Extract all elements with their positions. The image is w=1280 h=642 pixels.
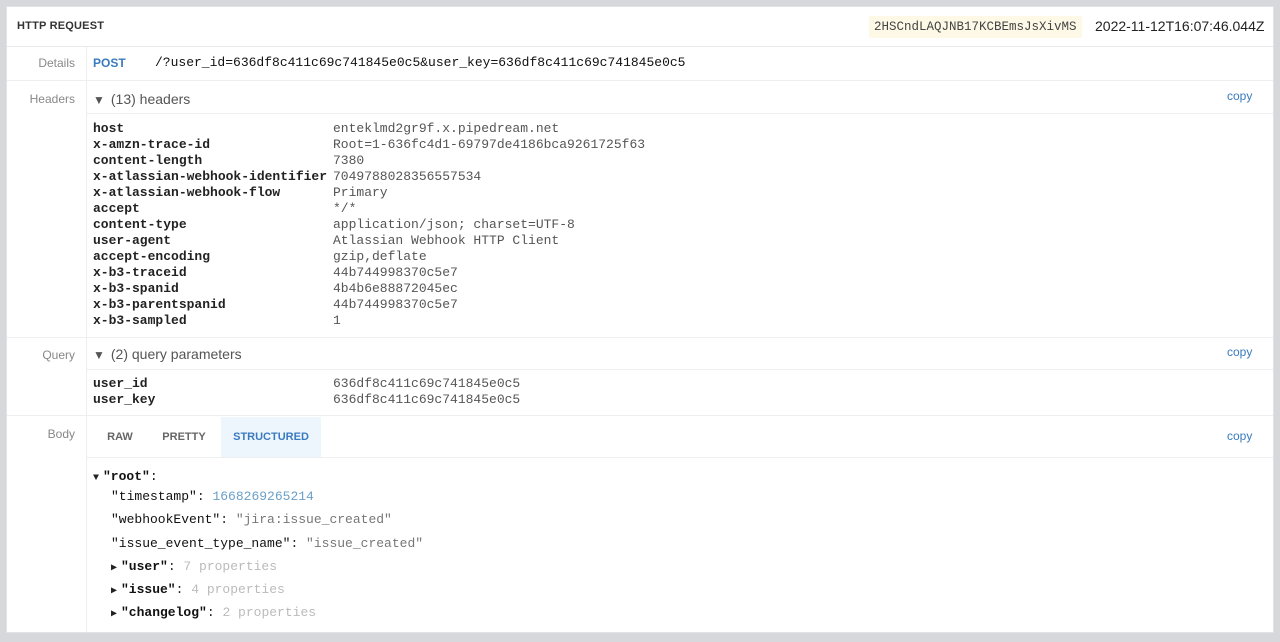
divider [86, 113, 1273, 114]
tree-node-root[interactable]: ▼ "root": [93, 469, 158, 484]
header-value: 4b4b6e88872045ec [333, 281, 458, 296]
header-value: */* [333, 201, 357, 216]
copy-headers-button[interactable]: copy [1227, 89, 1252, 103]
tree-colon: : [290, 536, 307, 551]
panel-header: HTTP REQUEST 2HSCndLAQJNB17KCBEmsJsXivMS… [7, 7, 1273, 47]
divider [7, 337, 1273, 338]
header-key: host [93, 121, 125, 136]
header-key: accept [93, 201, 140, 216]
header-value: application/json; charset=UTF-8 [333, 217, 575, 232]
tree-key: "changelog" [121, 605, 207, 620]
tree-key: "timestamp" [111, 489, 197, 504]
header-value: Primary [333, 185, 388, 200]
collapsed-triangle-icon: ▶ [111, 586, 118, 597]
http-request-panel: HTTP REQUEST 2HSCndLAQJNB17KCBEmsJsXivMS… [6, 6, 1274, 633]
header-value: 44b744998370c5e7 [333, 265, 458, 280]
header-value: Root=1-636fc4d1-69797de4186bca9261725f63 [333, 137, 646, 152]
expanded-triangle-icon: ▼ [93, 348, 105, 362]
header-value: Atlassian Webhook HTTP Client [333, 233, 560, 248]
query-toggle[interactable]: ▼ (2) query parameters [93, 346, 242, 362]
query-value: 636df8c411c69c741845e0c5 [333, 392, 521, 407]
tree-colon: : [175, 582, 192, 597]
body-label: Body [47, 427, 75, 441]
request-path: /?user_id=636df8c411c69c741845e0c5&user_… [155, 55, 686, 70]
query-value: 636df8c411c69c741845e0c5 [333, 376, 521, 391]
collapsed-triangle-icon: ▶ [111, 609, 118, 620]
expanded-triangle-icon: ▼ [93, 473, 100, 484]
header-key: user-agent [93, 233, 172, 248]
query-key: user_key [93, 392, 156, 407]
divider [86, 369, 1273, 370]
tree-node-user[interactable]: ▶ "user": 7 properties [111, 559, 277, 574]
request-id[interactable]: 2HSCndLAQJNB17KCBEmsJsXivMS [869, 16, 1082, 38]
header-key: x-b3-spanid [93, 281, 179, 296]
divider [7, 415, 1273, 416]
header-key: x-b3-sampled [93, 313, 187, 328]
headers-summary: (13) headers [110, 91, 191, 107]
tab-raw[interactable]: RAW [93, 417, 147, 457]
divider [7, 80, 1273, 81]
tree-colon: : [196, 489, 213, 504]
headers-label: Headers [29, 92, 75, 106]
copy-body-button[interactable]: copy [1227, 429, 1252, 443]
tree-value: "jira:issue_created" [235, 512, 392, 527]
divider [86, 457, 1273, 458]
collapsed-triangle-icon: ▶ [111, 563, 118, 574]
header-key: x-amzn-trace-id [93, 137, 211, 152]
request-timestamp: 2022-11-12T16:07:46.044Z [1095, 18, 1265, 34]
panel-title: HTTP REQUEST [17, 20, 105, 32]
tree-node-changelog[interactable]: ▶ "changelog": 2 properties [111, 605, 316, 620]
header-value: 7380 [333, 153, 365, 168]
query-summary: (2) query parameters [110, 346, 242, 362]
query-key: user_id [93, 376, 148, 391]
tree-key: "root" [103, 469, 150, 484]
tab-pretty[interactable]: PRETTY [147, 417, 221, 457]
header-key: content-length [93, 153, 203, 168]
header-key: accept-encoding [93, 249, 211, 264]
tree-value: 1668269265214 [212, 489, 314, 504]
tree-node-issue[interactable]: ▶ "issue": 4 properties [111, 582, 285, 597]
header-value: 7049788028356557534 [333, 169, 482, 184]
tree-node-webhookEvent: "webhookEvent": "jira:issue_created" [111, 512, 392, 527]
tree-colon: : [220, 512, 236, 527]
header-key: x-b3-traceid [93, 265, 187, 280]
tree-summary: 2 properties [222, 605, 317, 620]
tab-structured[interactable]: STRUCTURED [221, 417, 321, 457]
header-value: gzip,deflate [333, 249, 427, 264]
tree-key: "user" [121, 559, 168, 574]
tree-summary: 4 properties [191, 582, 285, 597]
details-label: Details [38, 56, 75, 70]
header-key: x-atlassian-webhook-identifier [93, 169, 328, 184]
header-value: 1 [333, 313, 341, 328]
headers-toggle[interactable]: ▼ (13) headers [93, 91, 190, 107]
tree-key: "webhookEvent" [111, 512, 221, 527]
tree-key: "issue" [121, 582, 176, 597]
expanded-triangle-icon: ▼ [93, 93, 105, 107]
tree-node-issue-event-type-name: "issue_event_type_name": "issue_created" [111, 536, 423, 551]
header-value: 44b744998370c5e7 [333, 297, 458, 312]
header-value: enteklmd2gr9f.x.pipedream.net [333, 121, 560, 136]
tree-value: "issue_created" [306, 536, 424, 551]
copy-query-button[interactable]: copy [1227, 345, 1252, 359]
tree-node-timestamp: "timestamp": 1668269265214 [111, 489, 314, 504]
tree-colon: : [206, 605, 223, 620]
header-key: x-b3-parentspanid [93, 297, 226, 312]
tree-summary: 7 properties [183, 559, 278, 574]
query-label: Query [42, 348, 75, 362]
tree-key: "issue_event_type_name" [111, 536, 291, 551]
label-column: Details Headers Query Body [7, 47, 87, 632]
header-key: content-type [93, 217, 187, 232]
http-method: POST [93, 56, 126, 70]
header-key: x-atlassian-webhook-flow [93, 185, 281, 200]
tree-colon: : [149, 469, 158, 484]
tree-colon: : [167, 559, 184, 574]
